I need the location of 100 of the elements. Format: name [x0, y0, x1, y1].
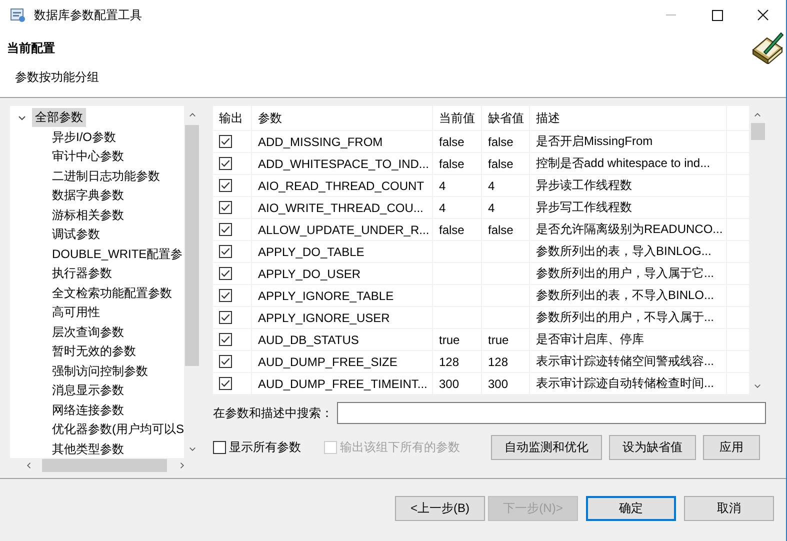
checkbox-label: 输出该组下所有的参数 [340, 439, 460, 456]
table-cell: 参数所列出的表，导入BINLOG... [536, 243, 712, 260]
scroll-right-icon[interactable] [179, 461, 186, 470]
tree-item[interactable]: 高可用性 [52, 304, 100, 322]
table-cell: 表示审计踪迹自动转储检查时间... [536, 375, 714, 392]
table-cell: 4 [488, 200, 495, 214]
section-title: 当前配置 [7, 40, 56, 57]
table-cell: APPLY_IGNORE_TABLE [258, 288, 394, 302]
tree-item[interactable]: 异步I/O参数 [52, 128, 116, 146]
checkbox-label: 显示所有参数 [229, 439, 301, 456]
table-cell: false [439, 134, 464, 148]
table-cell: 异步写工作线程数 [536, 199, 632, 216]
checkbox[interactable] [219, 157, 232, 170]
table-cell: 是否审计启库、停库 [536, 331, 644, 348]
table-cell: ALLOW_UPDATE_UNDER_R... [258, 222, 430, 236]
tree-item[interactable]: 游标相关参数 [52, 206, 124, 224]
action-button[interactable]: 自动监测和优化 [491, 435, 602, 460]
tree-item[interactable]: 全部参数 [32, 108, 86, 128]
tree-item[interactable]: 执行器参数 [52, 265, 112, 282]
checkbox[interactable] [219, 179, 232, 192]
table-cell: 128 [488, 354, 508, 368]
search-label: 在参数和描述中搜索： [213, 404, 333, 422]
tree-item[interactable]: 其他类型参数 [52, 440, 124, 458]
scroll-left-icon[interactable] [25, 461, 32, 470]
wizard-button[interactable]: 确定 [586, 496, 676, 520]
checkbox[interactable] [219, 355, 232, 368]
checkbox[interactable] [219, 311, 232, 324]
checkbox[interactable] [219, 333, 232, 346]
column-header[interactable]: 描述 [530, 106, 727, 130]
scroll-up-icon[interactable] [188, 111, 196, 118]
checkbox[interactable] [219, 223, 232, 236]
section-subtitle: 参数按功能分组 [15, 69, 100, 86]
table-cell: AIO_WRITE_THREAD_COU... [258, 200, 424, 214]
table-cell: AUD_DUMP_FREE_TIMEINT... [258, 376, 428, 390]
scrollbar-thumb[interactable] [185, 125, 199, 366]
table-cell: false [488, 222, 514, 236]
search-field[interactable] [337, 402, 766, 424]
column-header[interactable]: 缺省值 [482, 106, 530, 130]
tree-item[interactable]: DOUBLE_WRITE配置参 [52, 246, 183, 263]
table-cell: 128 [439, 354, 460, 368]
table-cell: 4 [439, 178, 446, 192]
column-header[interactable]: 参数 [252, 106, 433, 130]
tree-item[interactable]: 数据字典参数 [52, 187, 124, 204]
table-cell: AUD_DB_STATUS [258, 332, 359, 346]
column-header[interactable]: 输出 [213, 106, 252, 130]
scrollbar-thumb[interactable] [750, 123, 764, 140]
table-cell: true [488, 332, 509, 346]
table-cell: 异步读工作线程数 [536, 177, 632, 194]
tree-item[interactable]: 强制访问控制参数 [52, 362, 148, 380]
table-cell: false [439, 156, 464, 170]
table-cell: AUD_DUMP_FREE_SIZE [258, 354, 398, 368]
tree-item[interactable]: 二进制日志功能参数 [52, 168, 160, 185]
app-icon [10, 7, 26, 23]
table-cell: 是否开启MissingFrom [536, 133, 653, 150]
checkbox[interactable] [213, 441, 226, 454]
table-cell: false [488, 134, 514, 148]
table-cell: 表示审计踪迹转储空间警戒线容... [536, 353, 714, 370]
action-button[interactable]: 设为缺省值 [609, 435, 696, 460]
tree-item[interactable]: 审计中心参数 [52, 148, 124, 166]
table-cell: 4 [439, 200, 446, 214]
column-header[interactable]: 当前值 [433, 106, 482, 130]
wizard-button[interactable]: 取消 [684, 496, 774, 520]
table-cell: true [439, 332, 460, 346]
tree-item[interactable]: 优化器参数(用户均可以S [52, 421, 184, 438]
table-cell: APPLY_DO_TABLE [258, 244, 364, 258]
action-button[interactable]: 应用 [703, 435, 760, 460]
tree-item[interactable]: 网络连接参数 [52, 402, 124, 419]
tree-item[interactable]: 层次查询参数 [52, 324, 124, 341]
table-cell: APPLY_IGNORE_USER [258, 310, 390, 324]
scrollbar-thumb[interactable] [42, 459, 167, 472]
table-cell: ADD_MISSING_FROM [258, 134, 383, 148]
table-cell: 300 [439, 376, 460, 390]
table-cell: APPLY_DO_USER [258, 266, 360, 280]
checkbox[interactable] [219, 267, 232, 280]
tree-item[interactable]: 暂时无效的参数 [52, 343, 136, 360]
window-title: 数据库参数配置工具 [34, 6, 142, 24]
book-pen-icon [750, 30, 784, 64]
wizard-button[interactable]: <上一步(B) [395, 496, 485, 520]
tree-item[interactable]: 调试参数 [52, 226, 100, 244]
table-cell: 300 [488, 376, 508, 390]
checkbox[interactable] [219, 245, 232, 258]
table-cell: 控制是否add whitespace to ind... [536, 155, 710, 172]
checkbox[interactable] [219, 201, 232, 214]
checkbox[interactable] [219, 289, 232, 302]
tree-item[interactable]: 消息显示参数 [52, 382, 124, 400]
table-cell: 4 [488, 178, 495, 192]
table-cell: 是否允许隔离级别为READUNCO... [536, 221, 723, 238]
checkbox[interactable] [219, 135, 232, 148]
table-cell: false [488, 156, 514, 170]
checkbox[interactable] [219, 377, 232, 390]
table-cell: 参数所列出的表，不导入BINLO... [536, 287, 714, 304]
scroll-up-icon[interactable] [753, 111, 762, 118]
table-cell: 参数所列出的用户，导入属于它... [536, 265, 714, 282]
table-cell: AIO_READ_THREAD_COUNT [258, 178, 424, 192]
scroll-down-icon[interactable] [753, 383, 762, 390]
scroll-down-icon[interactable] [188, 446, 196, 453]
table-cell: false [439, 222, 464, 236]
tree-item[interactable]: 全文检索功能配置参数 [52, 284, 172, 302]
table-cell: 参数所列出的用户，不导入属于... [536, 309, 714, 326]
table-cell: ADD_WHITESPACE_TO_IND... [258, 156, 429, 170]
